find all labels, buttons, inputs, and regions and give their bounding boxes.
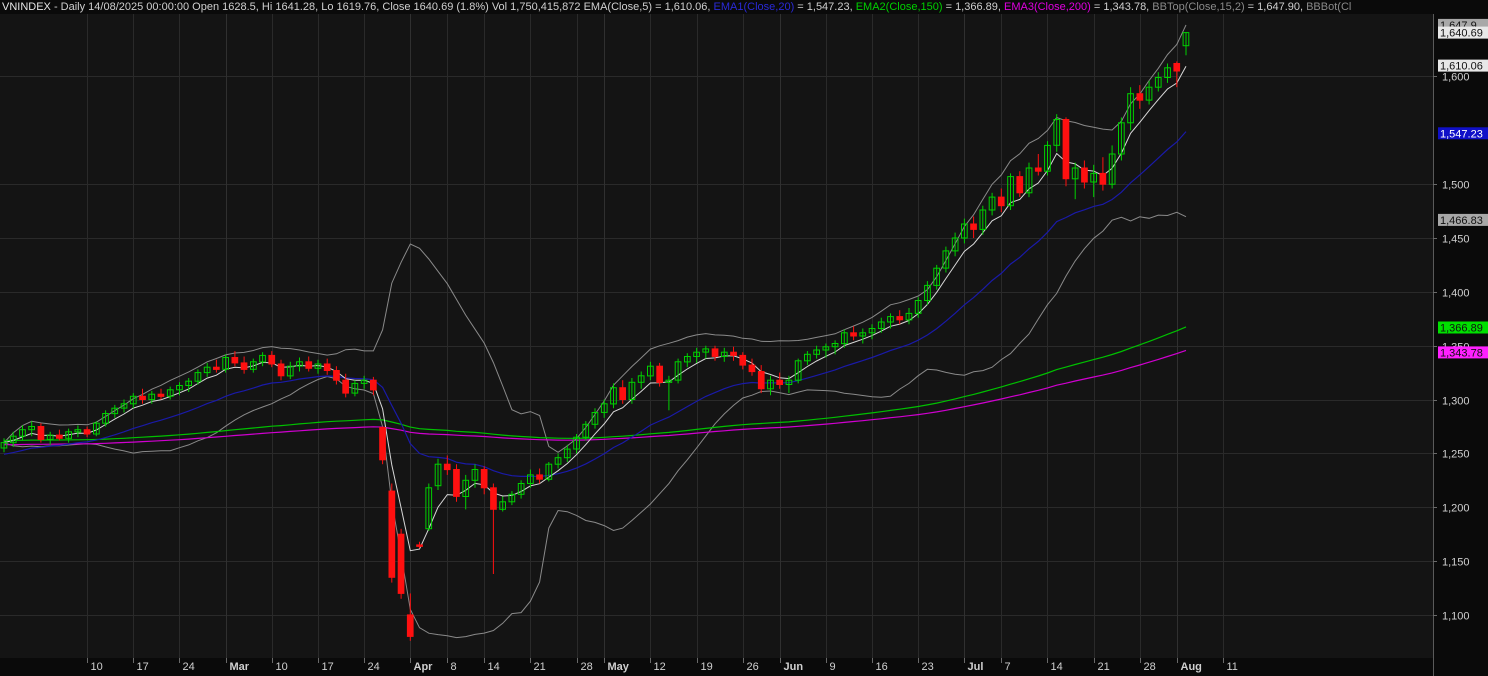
- x-tick-label: May: [608, 661, 630, 673]
- candle-down: [748, 364, 756, 373]
- candle-down: [406, 614, 414, 637]
- x-tick-label: 16: [876, 661, 888, 673]
- candle-down: [1062, 119, 1070, 180]
- x-tick-label: 17: [137, 661, 149, 673]
- x-tick-label: 14: [488, 661, 500, 673]
- x-tick-label: 11: [1227, 661, 1238, 673]
- x-tick-label: Aug: [1181, 661, 1202, 673]
- candle-down: [619, 387, 626, 401]
- y-tick-label: 1,250: [1442, 449, 1470, 461]
- x-tick-label: 23: [922, 661, 934, 673]
- price-tag-label: 1,610.06: [1440, 61, 1483, 73]
- y-tick-label: 1,500: [1442, 180, 1470, 192]
- candle-down: [970, 223, 977, 230]
- candle-down: [1034, 167, 1042, 172]
- candle-down: [1136, 93, 1144, 101]
- x-tick-label: 19: [701, 661, 713, 673]
- candle-down: [1099, 172, 1107, 185]
- price-tag-label: 1,640.69: [1440, 28, 1483, 40]
- candle-down: [240, 362, 248, 370]
- y-tick-label: 1,100: [1442, 611, 1470, 623]
- candle-down: [277, 363, 285, 377]
- candle-down: [268, 354, 276, 365]
- candle-down: [656, 365, 663, 383]
- candle-down: [453, 469, 460, 497]
- x-tick-label: 24: [368, 661, 380, 673]
- candlestick-chart[interactable]: 1,1001,1501,2001,2501,3001,3501,4001,450…: [0, 0, 1488, 676]
- candle-down: [730, 351, 737, 356]
- candle-down: [305, 361, 313, 369]
- candle-down: [490, 487, 497, 510]
- candle-down: [1081, 167, 1088, 183]
- x-tick-label: 8: [451, 661, 457, 673]
- candle-down: [323, 363, 331, 371]
- y-tick-label: 1,400: [1442, 288, 1470, 300]
- x-tick-label: 10: [276, 661, 288, 673]
- y-tick-label: 1,600: [1442, 72, 1470, 84]
- x-tick-label: Jul: [968, 661, 984, 673]
- candle-down: [997, 196, 1005, 207]
- candle-down: [443, 463, 451, 471]
- x-tick-label: 14: [1051, 661, 1063, 673]
- candle-down: [213, 366, 220, 370]
- y-tick-label: 1,200: [1442, 503, 1470, 515]
- candle-down: [388, 490, 396, 578]
- candle-down: [536, 474, 543, 480]
- price-tag-label: 1,366.89: [1440, 323, 1483, 335]
- candle-down: [139, 395, 146, 400]
- price-tag-label: 1,547.23: [1440, 128, 1483, 140]
- candle-down: [333, 370, 340, 381]
- x-tick-label: 12: [654, 661, 666, 673]
- candle-down: [157, 393, 165, 397]
- y-tick-label: 1,450: [1442, 234, 1470, 246]
- candle-down: [379, 427, 386, 461]
- candle-down: [480, 469, 488, 489]
- candle-down: [56, 434, 63, 439]
- y-tick-label: 1,300: [1442, 396, 1470, 408]
- candle-down: [342, 379, 349, 394]
- candle-down: [776, 379, 783, 386]
- candle-down: [739, 354, 747, 366]
- candle-down: [83, 429, 91, 435]
- x-tick-label: 21: [534, 661, 546, 673]
- x-tick-label: 28: [1144, 661, 1156, 673]
- price-tag-label: 1,343.78: [1440, 347, 1483, 359]
- x-tick-label: Apr: [414, 661, 434, 673]
- price-tag-label: 1,466.83: [1440, 215, 1483, 227]
- xaxis-background: [0, 658, 1433, 676]
- x-tick-label: 7: [1005, 661, 1011, 673]
- x-tick-label: 24: [183, 661, 195, 673]
- x-tick-label: 26: [747, 661, 759, 673]
- x-tick-label: 17: [322, 661, 334, 673]
- x-tick-label: Jun: [784, 661, 804, 673]
- candle-down: [231, 357, 239, 364]
- candle-down: [850, 332, 857, 337]
- candle-down: [711, 348, 719, 357]
- candle-down: [896, 316, 904, 321]
- candle-down: [1016, 176, 1024, 194]
- x-tick-label: Mar: [230, 661, 250, 673]
- candle-down: [416, 544, 423, 547]
- candle-down: [757, 371, 765, 390]
- x-tick-label: 10: [91, 661, 103, 673]
- candle-down: [1173, 63, 1181, 72]
- x-tick-label: 21: [1098, 661, 1110, 673]
- candle-down: [370, 379, 377, 391]
- candle-down: [37, 426, 45, 440]
- x-tick-label: 9: [830, 661, 836, 673]
- candle-down: [397, 533, 405, 594]
- y-tick-label: 1,150: [1442, 557, 1470, 569]
- x-tick-label: 28: [581, 661, 593, 673]
